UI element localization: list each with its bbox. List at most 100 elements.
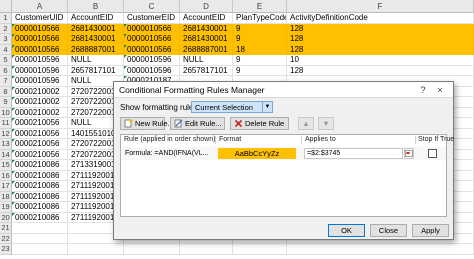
table-cell[interactable] <box>287 244 474 255</box>
row-header[interactable]: 21 <box>0 223 12 234</box>
column-header-e[interactable]: E <box>233 0 287 13</box>
table-cell[interactable]: 0000210086 <box>12 181 68 192</box>
table-cell[interactable] <box>12 233 68 244</box>
chevron-down-icon[interactable]: ▼ <box>262 102 272 112</box>
table-cell[interactable]: 0000210002 <box>12 97 68 108</box>
table-cell[interactable]: CustomerUID <box>12 13 68 24</box>
row-header[interactable]: 18 <box>0 191 12 202</box>
row-header[interactable]: 3 <box>0 34 12 45</box>
row-header[interactable]: 13 <box>0 139 12 150</box>
table-cell[interactable]: 0000010596 <box>124 55 180 66</box>
table-cell[interactable]: 2688887001 <box>68 44 124 55</box>
rule-row[interactable]: Formula: =AND(IFNA(VL... AaBbCcYyZz =$2:… <box>122 147 446 160</box>
applies-to-input[interactable]: =$2:$3745 <box>304 148 403 159</box>
table-cell[interactable]: 0000010596 <box>12 65 68 76</box>
table-cell[interactable]: 0000210056 <box>12 149 68 160</box>
table-cell[interactable]: ActivityDefinitionCode <box>287 13 474 24</box>
table-cell[interactable]: AccountEID <box>180 13 233 24</box>
table-cell[interactable]: 18 <box>233 44 287 55</box>
table-cell[interactable]: 0000210086 <box>12 202 68 213</box>
column-header-a[interactable]: A <box>12 0 68 13</box>
table-cell[interactable]: 2681430001 <box>180 23 233 34</box>
table-cell[interactable]: 9 <box>233 23 287 34</box>
table-cell[interactable]: NULL <box>180 55 233 66</box>
table-cell[interactable]: 0000010566 <box>124 34 180 45</box>
table-cell[interactable]: 128 <box>287 34 474 45</box>
ok-button[interactable]: OK <box>328 224 365 237</box>
table-cell[interactable]: CustomerEID <box>124 13 180 24</box>
row-header[interactable]: 12 <box>0 128 12 139</box>
row-header[interactable]: 14 <box>0 149 12 160</box>
table-cell[interactable]: 9 <box>233 34 287 45</box>
table-cell[interactable]: 0000010566 <box>124 23 180 34</box>
row-header[interactable]: 20 <box>0 212 12 223</box>
table-cell[interactable] <box>233 244 287 255</box>
table-cell[interactable] <box>124 244 180 255</box>
table-cell[interactable]: 2681430001 <box>180 34 233 45</box>
table-cell[interactable]: 0000010596 <box>12 55 68 66</box>
stop-if-true-checkbox[interactable] <box>428 149 437 158</box>
move-up-button[interactable]: ▲ <box>298 117 314 130</box>
table-cell[interactable]: 0000210002 <box>12 107 68 118</box>
row-header[interactable]: 10 <box>0 107 12 118</box>
table-cell[interactable]: 0000210086 <box>12 191 68 202</box>
delete-rule-button[interactable]: Delete Rule <box>230 117 289 130</box>
table-cell[interactable]: 0000010566 <box>124 44 180 55</box>
table-cell[interactable]: 10 <box>287 55 474 66</box>
table-cell[interactable]: 0000210086 <box>12 160 68 171</box>
row-header[interactable]: 11 <box>0 118 12 129</box>
table-cell[interactable]: 9 <box>233 55 287 66</box>
table-cell[interactable]: 2681430001 <box>68 23 124 34</box>
apply-button[interactable]: Apply <box>412 224 449 237</box>
dialog-titlebar[interactable]: Conditional Formatting Rules Manager ? × <box>114 82 453 98</box>
table-cell[interactable] <box>12 223 68 234</box>
range-select-icon[interactable] <box>404 148 414 159</box>
row-header[interactable]: 7 <box>0 76 12 87</box>
row-header[interactable]: 23 <box>0 244 12 255</box>
table-cell[interactable]: AccountEID <box>68 13 124 24</box>
table-cell[interactable]: 0000010566 <box>12 34 68 45</box>
row-header[interactable]: 19 <box>0 202 12 213</box>
table-cell[interactable]: 2681430001 <box>68 34 124 45</box>
row-header[interactable]: 16 <box>0 170 12 181</box>
new-rule-button[interactable]: New Rule... <box>120 117 174 130</box>
table-cell[interactable]: 0000010566 <box>12 44 68 55</box>
table-cell[interactable]: 2657817101 <box>68 65 124 76</box>
table-cell[interactable]: 0000010596 <box>124 65 180 76</box>
row-header[interactable]: 15 <box>0 160 12 171</box>
show-rules-select[interactable]: Current Selection ▼ <box>191 101 273 113</box>
table-cell[interactable]: 0000010596 <box>12 76 68 87</box>
row-header[interactable]: 17 <box>0 181 12 192</box>
table-cell[interactable]: 0000010566 <box>12 23 68 34</box>
row-header[interactable]: 22 <box>0 233 12 244</box>
row-header[interactable]: 2 <box>0 23 12 34</box>
table-cell[interactable]: 0000210056 <box>12 139 68 150</box>
row-header[interactable]: 1 <box>0 13 12 24</box>
table-cell[interactable]: 128 <box>287 65 474 76</box>
move-down-button[interactable]: ▼ <box>318 117 334 130</box>
table-cell[interactable]: NULL <box>68 55 124 66</box>
row-header[interactable]: 5 <box>0 55 12 66</box>
table-cell[interactable]: PlanTypeCode <box>233 13 287 24</box>
table-cell[interactable] <box>68 244 124 255</box>
column-header-c[interactable]: C <box>124 0 180 13</box>
column-header-f[interactable]: F <box>287 0 474 13</box>
table-cell[interactable]: 0000210086 <box>12 170 68 181</box>
select-all-corner[interactable] <box>0 0 12 13</box>
table-cell[interactable]: 0000210086 <box>12 212 68 223</box>
column-header-b[interactable]: B <box>68 0 124 13</box>
row-header[interactable]: 4 <box>0 44 12 55</box>
table-cell[interactable] <box>12 244 68 255</box>
row-header[interactable]: 8 <box>0 86 12 97</box>
table-cell[interactable]: 128 <box>287 23 474 34</box>
row-header[interactable]: 9 <box>0 97 12 108</box>
close-button[interactable]: Close <box>370 224 407 237</box>
row-header[interactable]: 6 <box>0 65 12 76</box>
table-cell[interactable] <box>180 244 233 255</box>
table-cell[interactable]: 9 <box>233 65 287 76</box>
column-header-d[interactable]: D <box>180 0 233 13</box>
table-cell[interactable]: 0000210002 <box>12 86 68 97</box>
table-cell[interactable]: 2688887001 <box>180 44 233 55</box>
edit-rule-button[interactable]: Edit Rule... <box>170 117 225 130</box>
table-cell[interactable]: 128 <box>287 44 474 55</box>
